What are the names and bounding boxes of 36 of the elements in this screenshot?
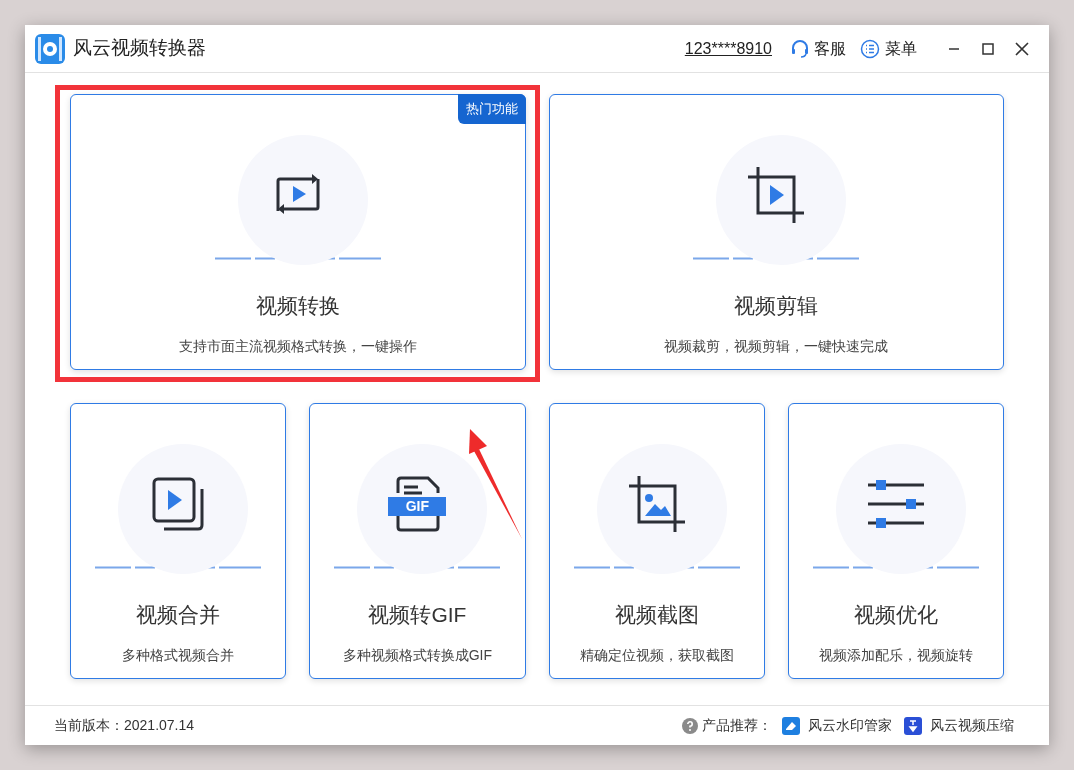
maximize-icon bbox=[982, 42, 994, 55]
card-title: 视频截图 bbox=[614, 602, 699, 628]
headset-icon bbox=[790, 38, 810, 59]
compress-app-icon bbox=[904, 716, 922, 735]
sliders-icon bbox=[865, 479, 926, 529]
menu-button[interactable]: 菜单 bbox=[860, 36, 917, 61]
hot-feature-badge: 热门功能 bbox=[457, 94, 526, 124]
feature-card[interactable]: 视频优化 视频添加配乐，视频旋转 bbox=[787, 403, 1004, 679]
feature-card[interactable]: 视频剪辑 视频裁剪，视频剪辑，一键快速完成 bbox=[548, 94, 1004, 370]
account-link[interactable]: 123****8910 bbox=[684, 36, 772, 61]
service-button[interactable]: 客服 bbox=[790, 36, 846, 61]
menu-icon bbox=[860, 38, 880, 59]
card-description: 支持市面主流视频格式转换，一键操作 bbox=[178, 336, 417, 356]
card-title: 视频转GIF bbox=[368, 602, 467, 628]
card-title: 视频转换 bbox=[255, 293, 340, 319]
card-title: 视频合并 bbox=[136, 602, 221, 628]
card-title: 视频优化 bbox=[853, 602, 938, 628]
close-icon bbox=[1015, 41, 1029, 56]
product-link[interactable]: 风云视频压缩 bbox=[904, 715, 1014, 736]
eraser-app-icon bbox=[782, 716, 800, 735]
card-description: 多种视频格式转换成GIF bbox=[342, 645, 493, 665]
product-link[interactable]: 风云水印管家 bbox=[782, 715, 892, 736]
feature-card[interactable]: 视频合并 多种格式视频合并 bbox=[70, 403, 287, 679]
recommend-label: 产品推荐： bbox=[702, 716, 772, 735]
stacked-video-icon bbox=[150, 475, 207, 533]
card-description: 视频添加配乐，视频旋转 bbox=[818, 645, 973, 665]
feature-card[interactable]: GIF 视频转GIF 多种视频格式转换成GIF bbox=[309, 403, 526, 679]
card-description: 多种格式视频合并 bbox=[122, 645, 235, 665]
version-text: 当前版本：2021.07.14 bbox=[54, 716, 195, 735]
window-title: 风云视频转换器 bbox=[73, 36, 206, 61]
feature-card[interactable]: 视频截图 精确定位视频，获取截图 bbox=[548, 403, 765, 679]
app-logo-icon bbox=[35, 33, 65, 64]
help-icon bbox=[682, 717, 698, 734]
card-title: 视频剪辑 bbox=[734, 293, 819, 319]
card-description: 视频裁剪，视频剪辑，一键快速完成 bbox=[664, 336, 889, 356]
card-description: 精确定位视频，获取截图 bbox=[579, 645, 734, 665]
